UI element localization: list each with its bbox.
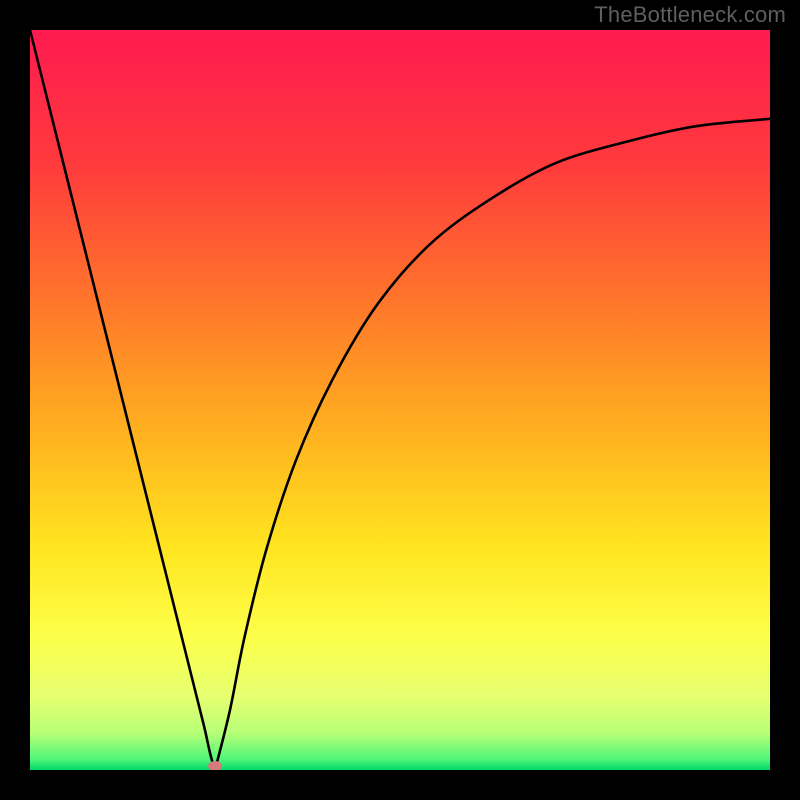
bottleneck-curve	[30, 30, 770, 770]
watermark-text: TheBottleneck.com	[594, 2, 786, 28]
min-point-marker	[208, 761, 222, 770]
plot-area	[30, 30, 770, 770]
chart-frame: TheBottleneck.com	[0, 0, 800, 800]
